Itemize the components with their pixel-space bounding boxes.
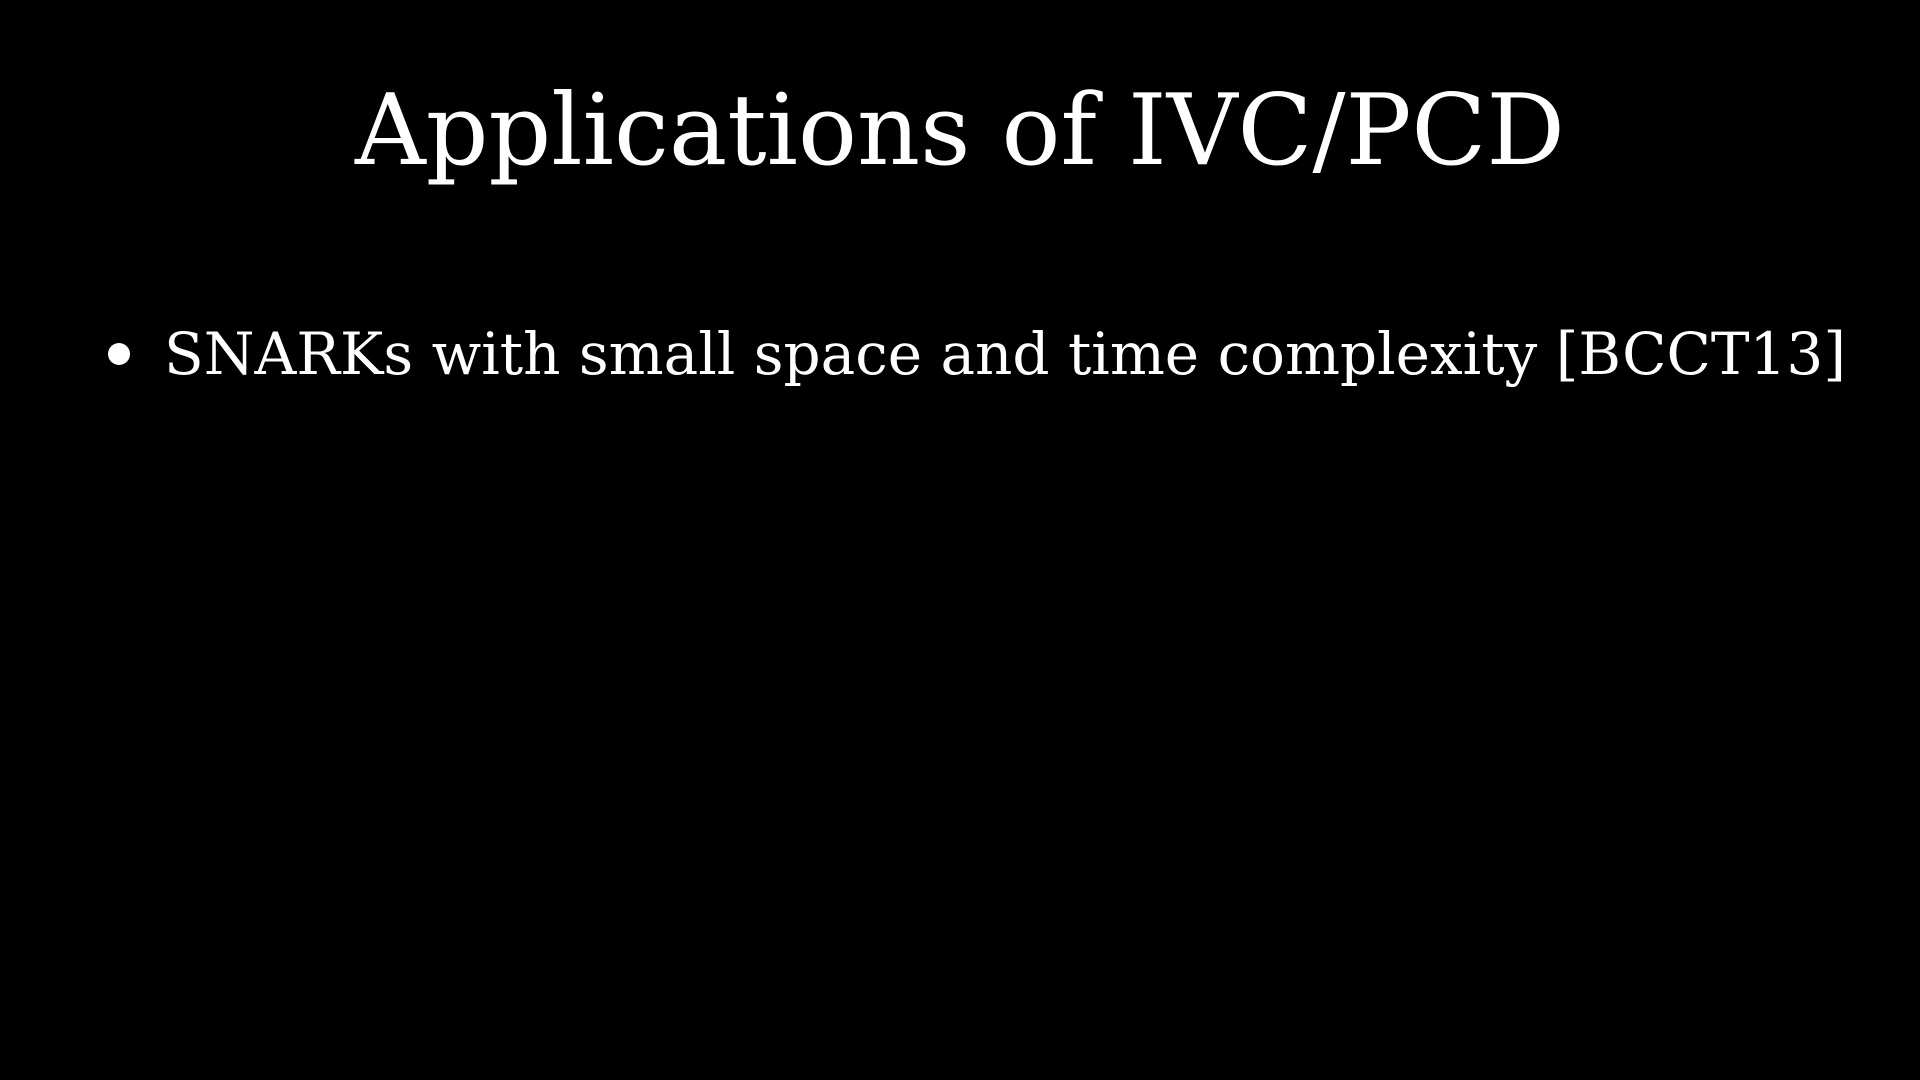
bullet-text: SNARKs with small space and time complex… xyxy=(164,320,1846,388)
bullet-item: SNARKs with small space and time complex… xyxy=(108,318,1868,390)
bullet-list: SNARKs with small space and time complex… xyxy=(108,318,1868,390)
slide: Applications of IVC/PCD SNARKs with smal… xyxy=(0,0,1920,1080)
slide-title: Applications of IVC/PCD xyxy=(355,74,1565,188)
bullet-dot-icon xyxy=(108,343,130,365)
